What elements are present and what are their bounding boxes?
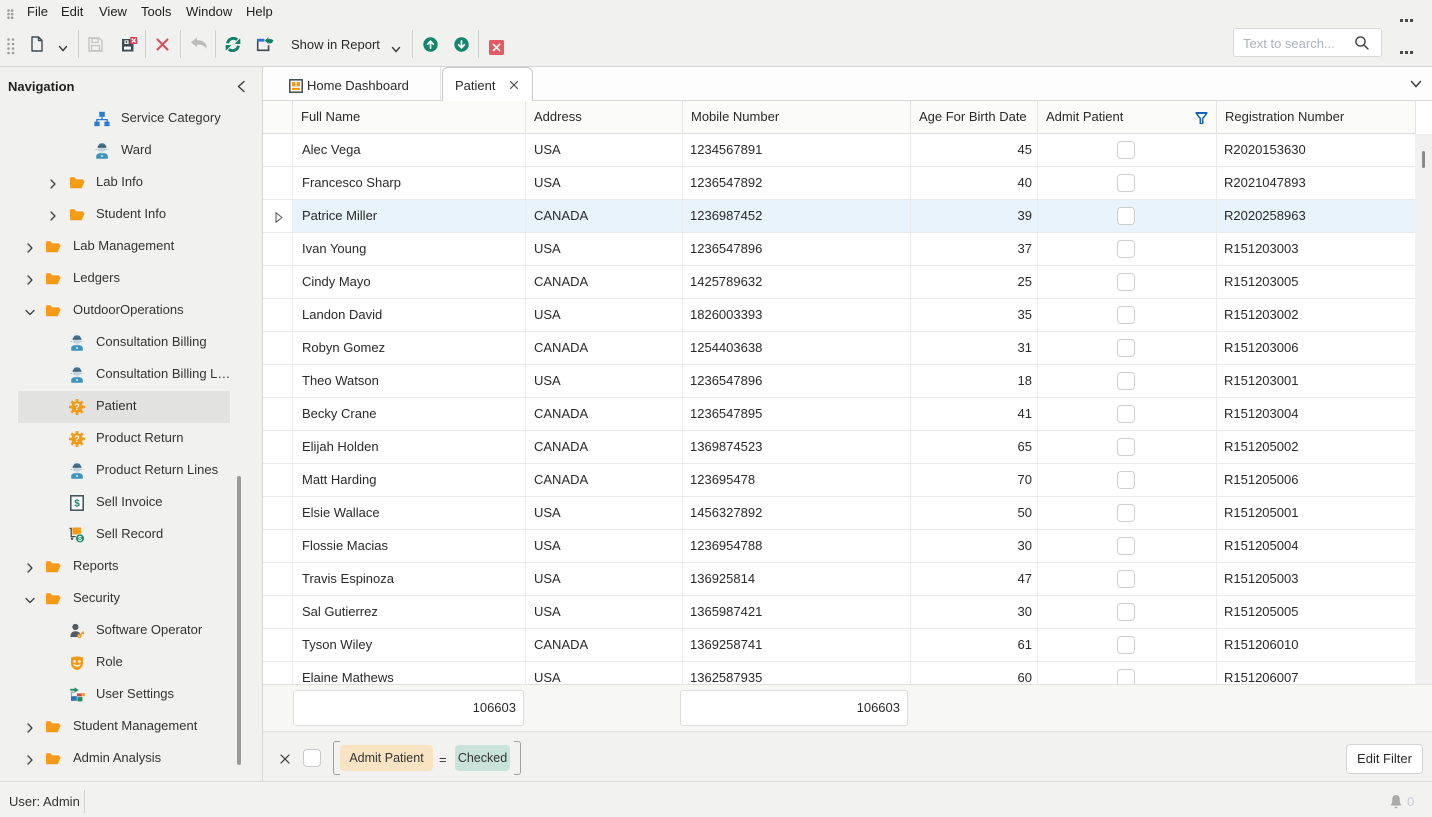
svg-text:$: $ [74,499,80,510]
svg-text:?: ? [74,434,80,444]
svg-text:?: ? [74,402,80,412]
